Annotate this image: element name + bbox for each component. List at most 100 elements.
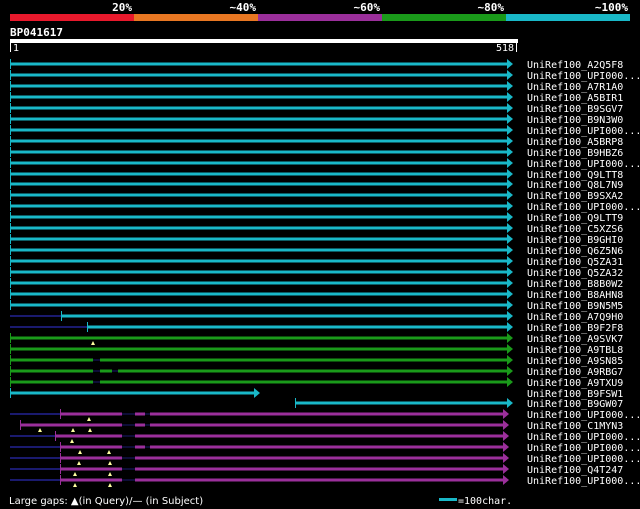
hit-row[interactable]: UniRef100_B9SXA2 [10,190,623,202]
hit-row[interactable]: UniRef100_Q8L7N9 [10,179,623,191]
hit-bar[interactable] [10,292,508,296]
hit-label[interactable]: UniRef100_A9TBL8 [527,345,623,356]
hit-row[interactable]: UniRef100_Q5ZA32 [10,267,623,279]
hit-label[interactable]: UniRef100_UPI000... [527,159,640,170]
hit-label[interactable]: UniRef100_A7Q9H0 [527,312,623,323]
hit-bar[interactable] [10,281,508,285]
hit-label[interactable]: UniRef100_B9HBZ6 [527,148,623,159]
hit-bar[interactable] [10,172,508,176]
hit-row[interactable]: UniRef100_A5BRP8 [10,136,623,148]
hit-row[interactable]: UniRef100_A7Q9H0 [10,311,623,323]
hit-row[interactable]: UniRef100_UPI000... [10,409,640,421]
hit-label[interactable]: UniRef100_B9GW07 [527,399,623,410]
hit-bar[interactable] [10,215,508,219]
hit-bar[interactable] [10,117,508,121]
hit-bar[interactable] [10,369,508,373]
hit-row[interactable]: UniRef100_A5BIR1 [10,92,623,104]
hit-bar[interactable] [10,139,508,143]
hit-bar[interactable] [295,401,508,405]
hit-label[interactable]: UniRef100_UPI000... [527,126,640,137]
hit-bar[interactable] [10,259,508,263]
hit-bar[interactable] [20,423,504,427]
hit-label[interactable]: UniRef100_UPI000... [527,476,640,487]
hit-row[interactable]: UniRef100_UPI000... [10,201,640,213]
hit-row[interactable]: UniRef100_UPI000... [10,475,640,487]
hit-label[interactable]: UniRef100_UPI000... [527,202,640,213]
hit-row[interactable]: UniRef100_UPI000... [10,125,640,137]
hit-row[interactable]: UniRef100_A9SN85 [10,355,623,367]
hit-label[interactable]: UniRef100_B9SGV7 [527,104,623,115]
hit-label[interactable]: UniRef100_Q9LTT9 [527,213,623,224]
hit-row[interactable]: UniRef100_B8B0W2 [10,278,623,290]
hit-bar[interactable] [10,391,255,395]
hit-row[interactable]: UniRef100_Q6Z5N6 [10,245,623,257]
hit-label[interactable]: UniRef100_Q4T247 [527,465,623,476]
hit-label[interactable]: UniRef100_B9N3W0 [527,115,623,126]
hit-bar[interactable] [10,73,508,77]
hit-bar[interactable] [10,237,508,241]
hit-row[interactable]: UniRef100_B9GHI0 [10,234,623,246]
hit-row[interactable]: UniRef100_UPI000... [10,70,640,82]
hit-bar[interactable] [10,150,508,154]
hit-label[interactable]: UniRef100_A9SVK7 [527,334,623,345]
hit-row[interactable]: UniRef100_A7R1A0 [10,81,623,93]
hit-row[interactable]: UniRef100_A9TBL8 [10,344,623,356]
hit-bar[interactable] [10,95,508,99]
hit-bar[interactable] [10,347,508,351]
hit-bar[interactable] [10,62,508,66]
hit-label[interactable]: UniRef100_UPI000... [527,443,640,454]
hit-row[interactable]: UniRef100_UPI000... [10,431,640,443]
hit-row[interactable]: UniRef100_Q4T247 [10,464,623,476]
hit-label[interactable]: UniRef100_A5BIR1 [527,93,623,104]
hit-bar[interactable] [10,106,508,110]
hit-label[interactable]: UniRef100_Q6Z5N6 [527,246,623,257]
hit-bar[interactable] [10,182,508,186]
hit-label[interactable]: UniRef100_UPI000... [527,71,640,82]
hit-label[interactable]: UniRef100_UPI000... [527,454,640,465]
hit-label[interactable]: UniRef100_B8B0W2 [527,279,623,290]
hit-row[interactable]: UniRef100_A9RBG7 [10,366,623,378]
hit-row[interactable]: UniRef100_C5XZS6 [10,223,623,235]
hit-row[interactable]: UniRef100_Q5ZA31 [10,256,623,268]
hit-label[interactable]: UniRef100_A9RBG7 [527,367,623,378]
hit-bar[interactable] [10,204,508,208]
hit-bar[interactable] [10,161,508,165]
hit-row[interactable]: UniRef100_B9N5M5 [10,300,623,312]
hit-label[interactable]: UniRef100_A9TXU9 [527,378,623,389]
hit-bar[interactable] [61,314,508,318]
hit-bar[interactable] [10,303,508,307]
hit-label[interactable]: UniRef100_UPI000... [527,432,640,443]
hit-row[interactable]: UniRef100_B9SGV7 [10,103,623,115]
hit-label[interactable]: UniRef100_Q8L7N9 [527,180,623,191]
hit-bar[interactable] [10,128,508,132]
hit-label[interactable]: UniRef100_A7R1A0 [527,82,623,93]
hit-row[interactable]: UniRef100_B9GW07 [295,398,623,410]
hit-label[interactable]: UniRef100_A9SN85 [527,356,623,367]
hit-bar[interactable] [10,270,508,274]
hit-label[interactable]: UniRef100_B9SXA2 [527,191,623,202]
hit-row[interactable]: UniRef100_Q9LTT9 [10,212,623,224]
hit-bar[interactable] [87,325,508,329]
hit-row[interactable]: UniRef100_UPI000... [10,158,640,170]
hit-label[interactable]: UniRef100_UPI000... [527,410,640,421]
hit-bar[interactable] [10,248,508,252]
hit-label[interactable]: UniRef100_C1MYN3 [527,421,623,432]
hit-row[interactable]: UniRef100_B9F2F8 [10,322,623,334]
hit-label[interactable]: UniRef100_C5XZS6 [527,224,623,235]
hit-label[interactable]: UniRef100_B9F2F8 [527,323,623,334]
hit-label[interactable]: UniRef100_A2Q5F8 [527,60,623,71]
hit-bar[interactable] [10,226,508,230]
hit-label[interactable]: UniRef100_Q5ZA32 [527,268,623,279]
hit-row[interactable]: UniRef100_B8AHN8 [10,289,623,301]
hit-label[interactable]: UniRef100_A5BRP8 [527,137,623,148]
hit-row[interactable]: UniRef100_B9HBZ6 [10,147,623,159]
hit-label[interactable]: UniRef100_B9N5M5 [527,301,623,312]
hit-bar[interactable] [10,336,508,340]
hit-row[interactable]: UniRef100_UPI000... [10,442,640,454]
hit-row[interactable]: UniRef100_UPI000... [10,453,640,465]
hit-row[interactable]: UniRef100_A2Q5F8 [10,59,623,71]
hit-bar[interactable] [10,380,508,384]
hit-label[interactable]: UniRef100_B9GHI0 [527,235,623,246]
hit-row[interactable]: UniRef100_A9SVK7 [10,333,623,345]
hit-row[interactable]: UniRef100_A9TXU9 [10,377,623,389]
